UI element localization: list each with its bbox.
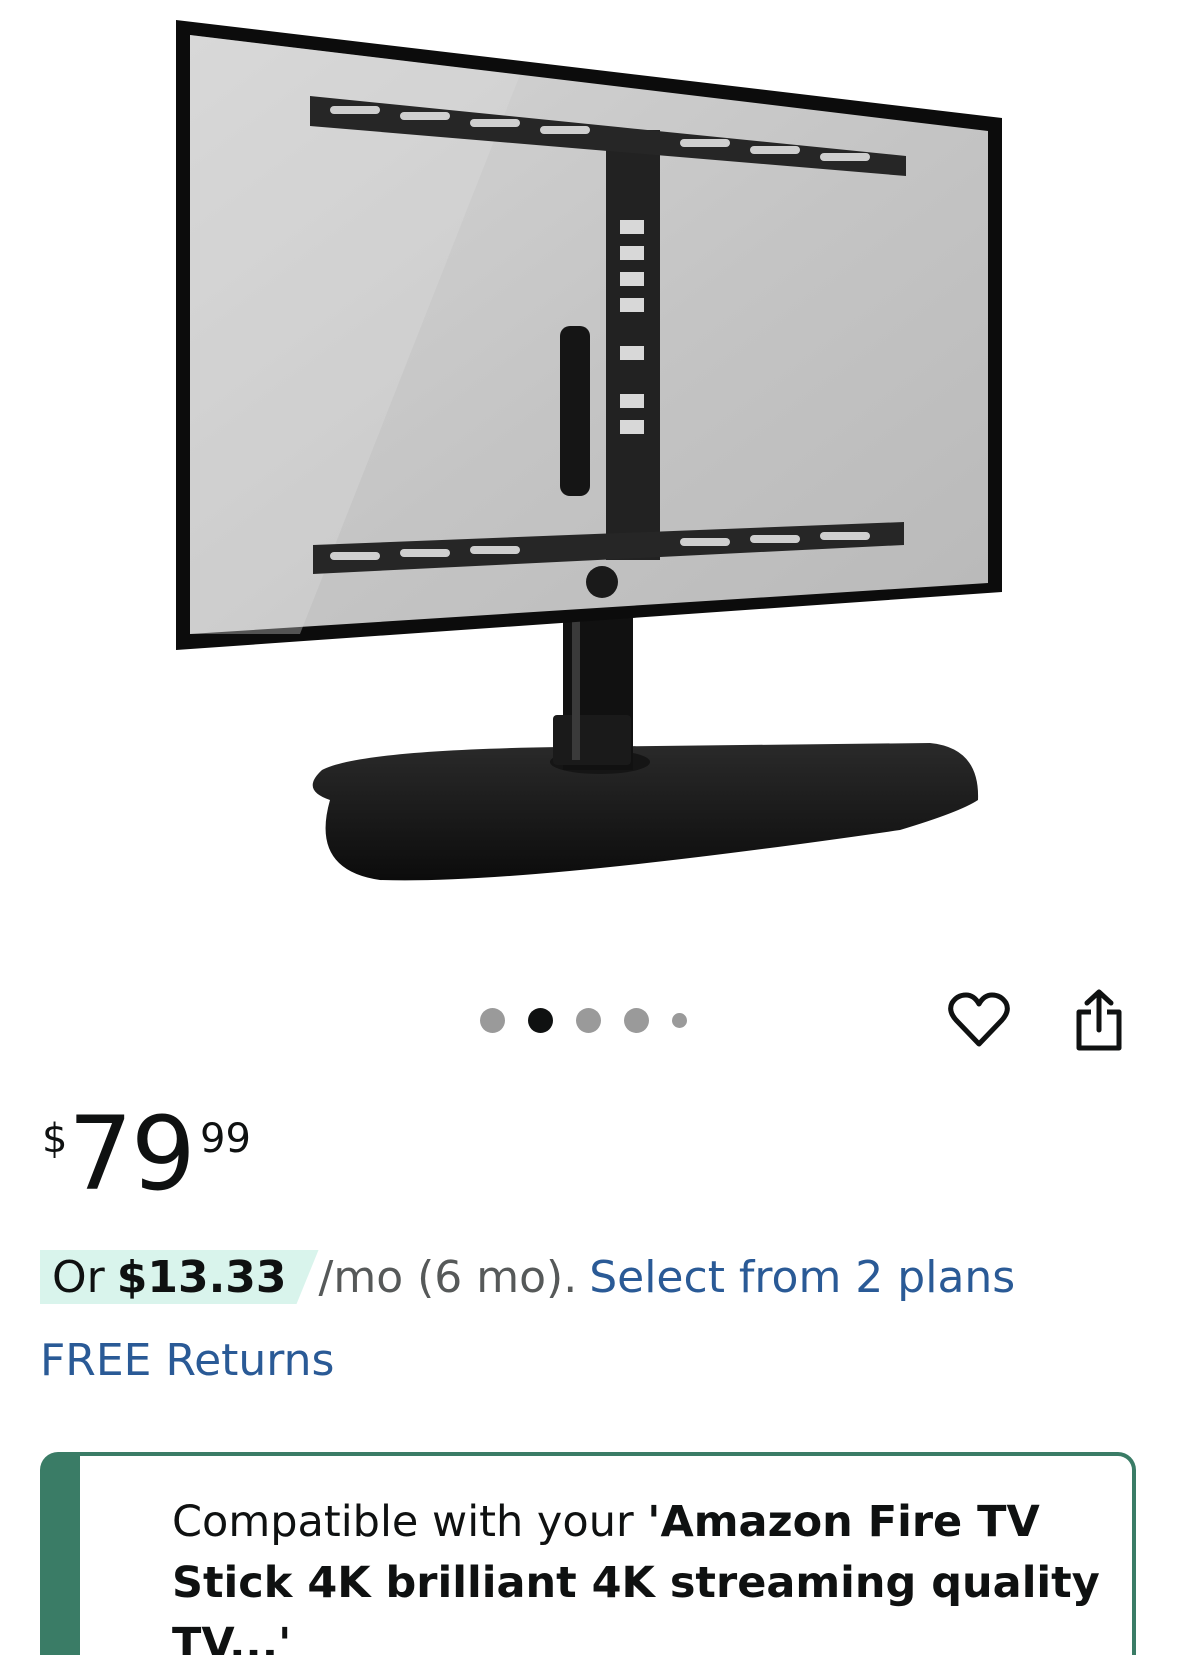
carousel-dot-active[interactable] [528,1007,553,1033]
share-button[interactable] [1064,985,1134,1055]
installment-amount: $13.33 [116,1251,287,1303]
image-carousel-dots[interactable] [480,1006,710,1034]
compatibility-card[interactable]: Compatible with your 'Amazon Fire TV Sti… [40,1452,1136,1655]
carousel-dot[interactable] [624,1007,649,1033]
free-returns-link[interactable]: FREE Returns [40,1335,334,1386]
product-image[interactable] [0,0,1178,930]
price-whole: 79 [68,1095,196,1214]
carousel-dot[interactable] [672,1012,687,1028]
installment-offer: Or $13.33 /mo (6 mo). Select from 2 plan… [40,1250,1015,1304]
compatibility-prefix: Compatible with your [172,1497,648,1547]
carousel-dot[interactable] [480,1007,505,1033]
price-fraction: 99 [200,1116,251,1162]
share-icon [1076,989,1122,1051]
tv-stand-illustration [176,20,1002,881]
installment-prefix: Or [52,1251,105,1303]
heart-icon [948,992,1010,1047]
price-currency-symbol: $ [42,1116,68,1162]
installment-term: /mo (6 mo). [318,1251,578,1303]
compatibility-text: Compatible with your 'Amazon Fire TV Sti… [172,1492,1112,1655]
carousel-dot[interactable] [576,1007,601,1033]
add-to-wishlist-button[interactable] [944,985,1014,1055]
installment-badge: Or $13.33 [40,1250,319,1304]
select-plans-link[interactable]: Select from 2 plans [589,1252,1015,1303]
